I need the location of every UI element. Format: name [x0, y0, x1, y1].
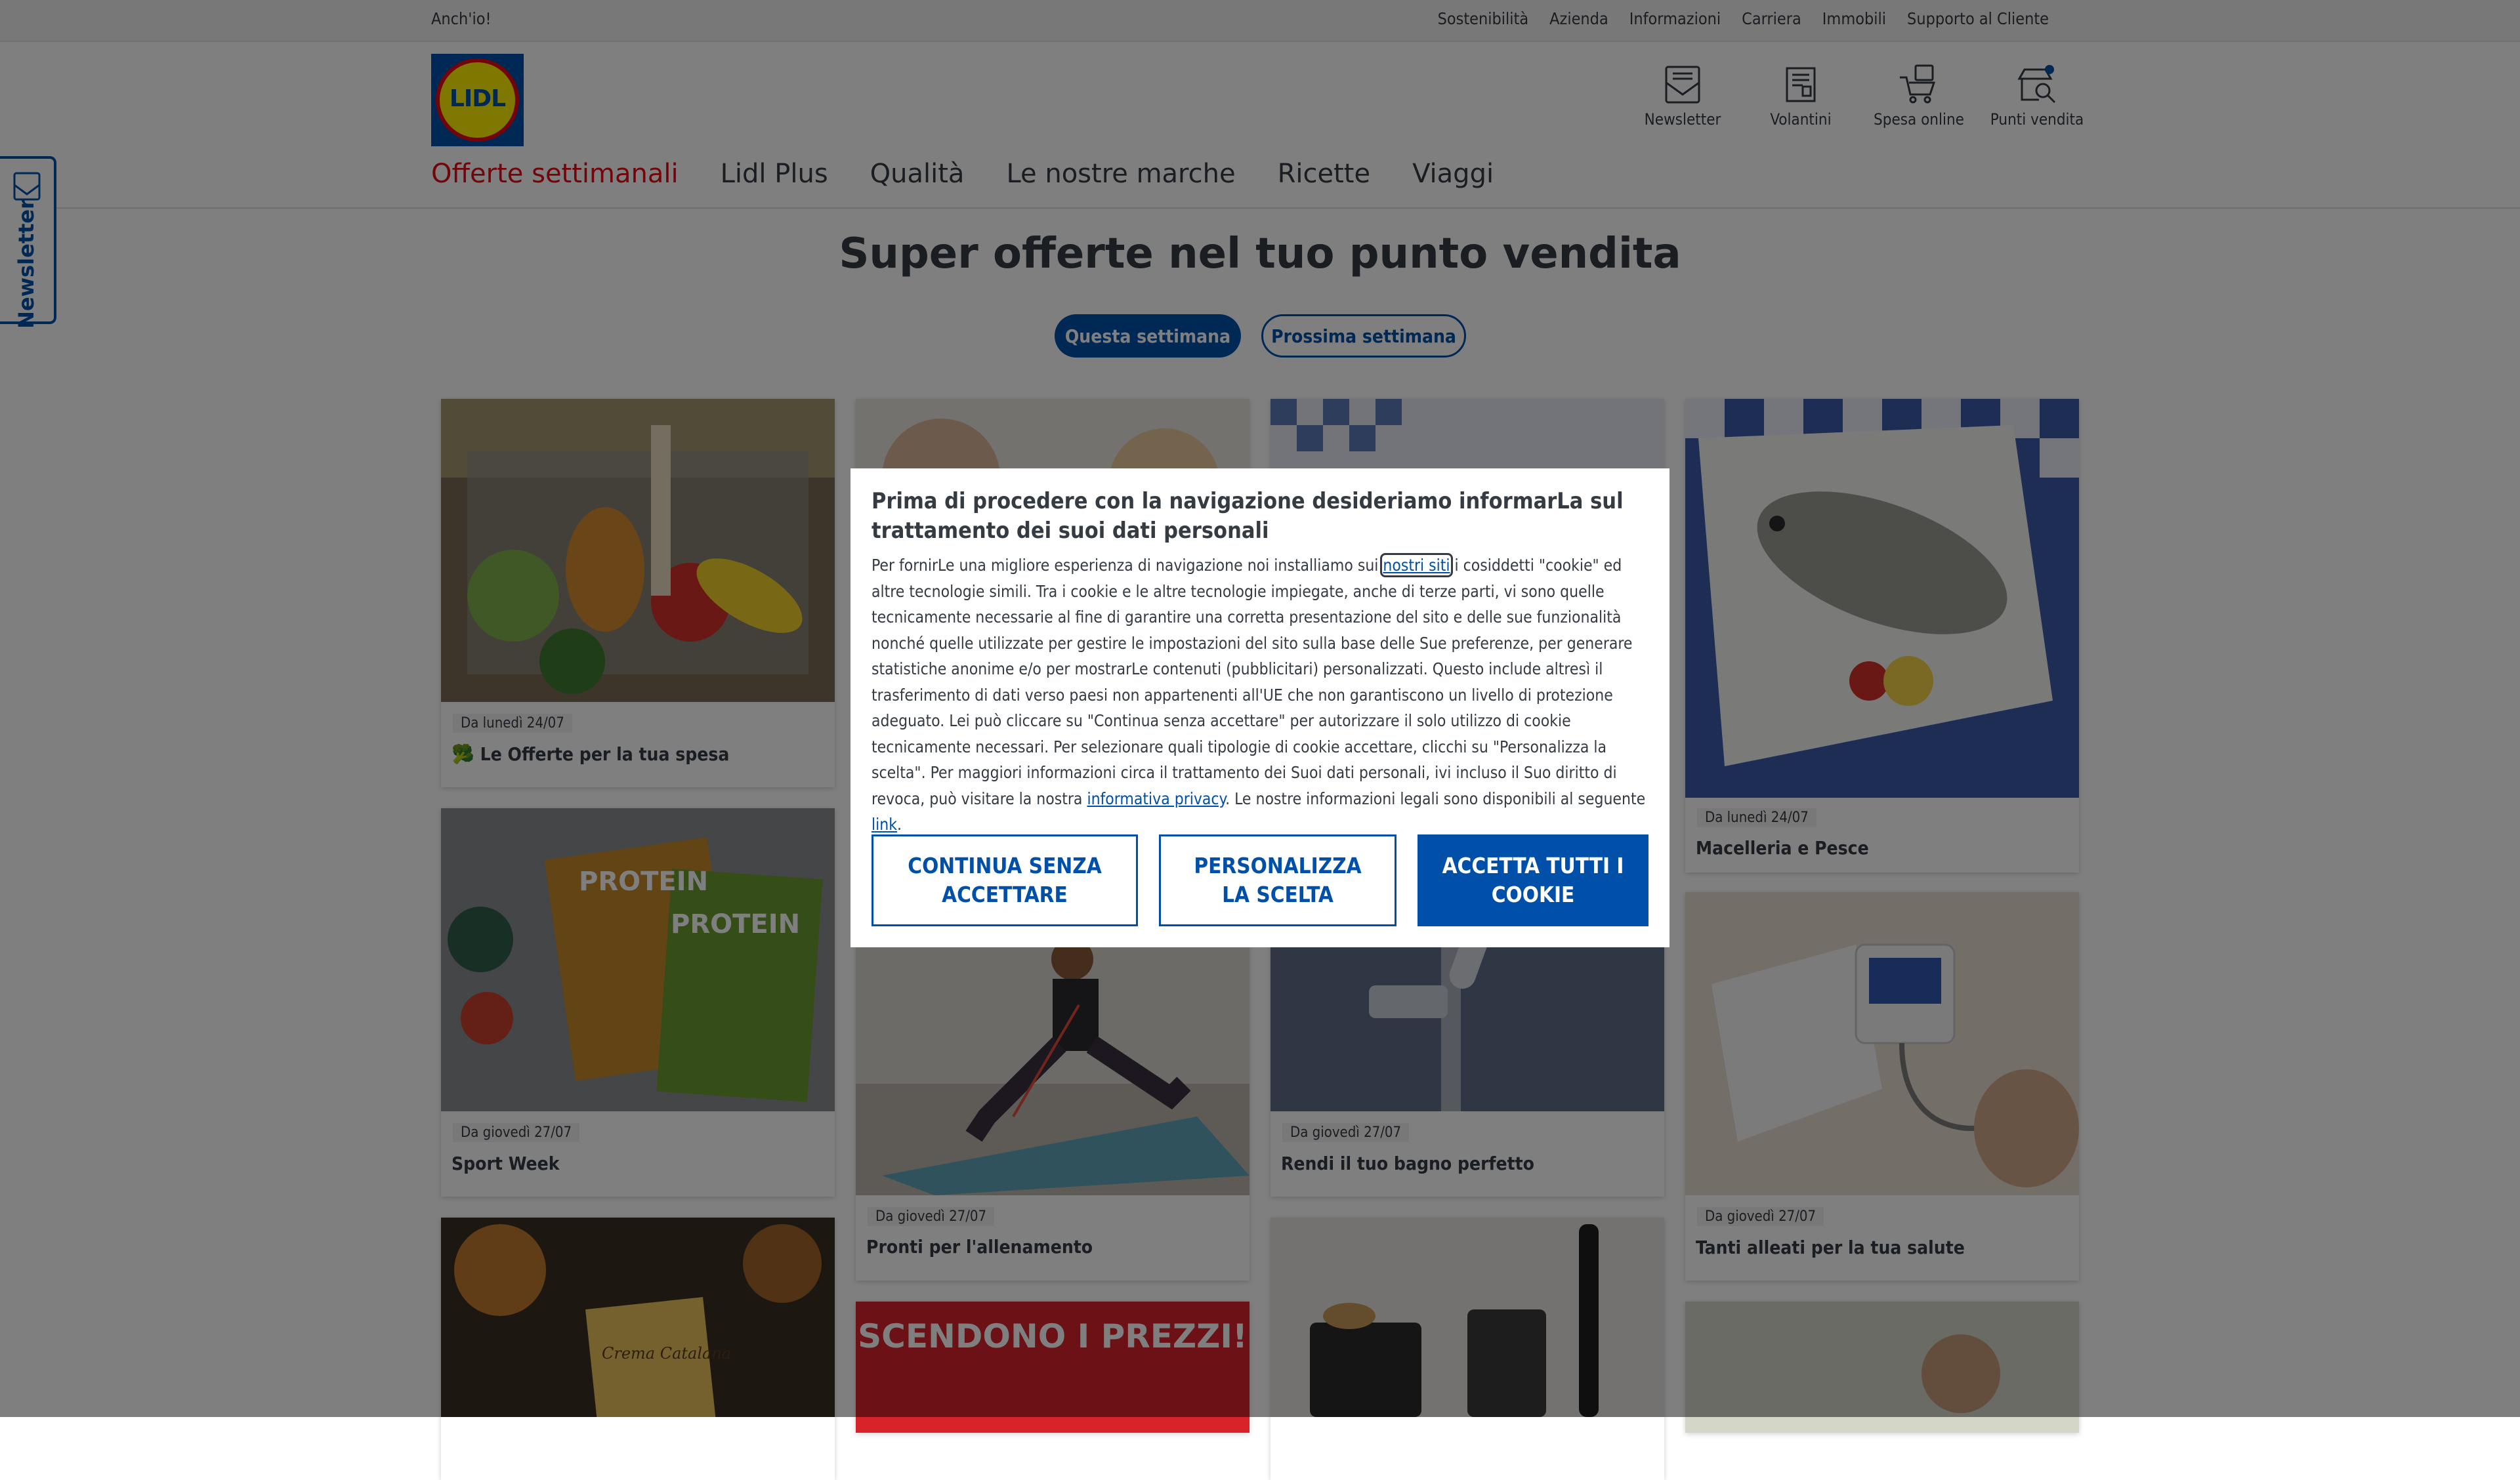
privacy-policy-link[interactable]: informativa privacy: [1087, 789, 1225, 808]
accept-all-cookies-button[interactable]: ACCETTA TUTTI I COOKIE: [1418, 834, 1648, 926]
reject-cookies-button[interactable]: CONTINUA SENZA ACCETTARE: [872, 834, 1138, 926]
cookie-body-text-4: .: [897, 815, 902, 834]
cookie-dialog-body: Per fornirLe una migliore esperienza di …: [872, 552, 1646, 838]
legal-info-link[interactable]: link: [872, 815, 897, 834]
customize-cookies-button[interactable]: PERSONALIZZA LA SCELTA: [1159, 834, 1396, 926]
cookie-body-text-1: Per fornirLe una migliore esperienza di …: [872, 556, 1383, 575]
page: Anch'io! Sostenibilità Azienda Informazi…: [0, 0, 2520, 1480]
cookie-consent-dialog: Prima di procedere con la navigazione de…: [850, 468, 1670, 947]
cookie-sites-link[interactable]: nostri siti: [1380, 553, 1453, 577]
cookie-body-text-3: . Le nostre informazioni legali sono dis…: [1225, 789, 1646, 808]
cookie-body-text-2: i cosiddetti "cookie" ed altre tecnologi…: [872, 556, 1633, 808]
cookie-dialog-title: Prima di procedere con la navigazione de…: [872, 488, 1624, 544]
